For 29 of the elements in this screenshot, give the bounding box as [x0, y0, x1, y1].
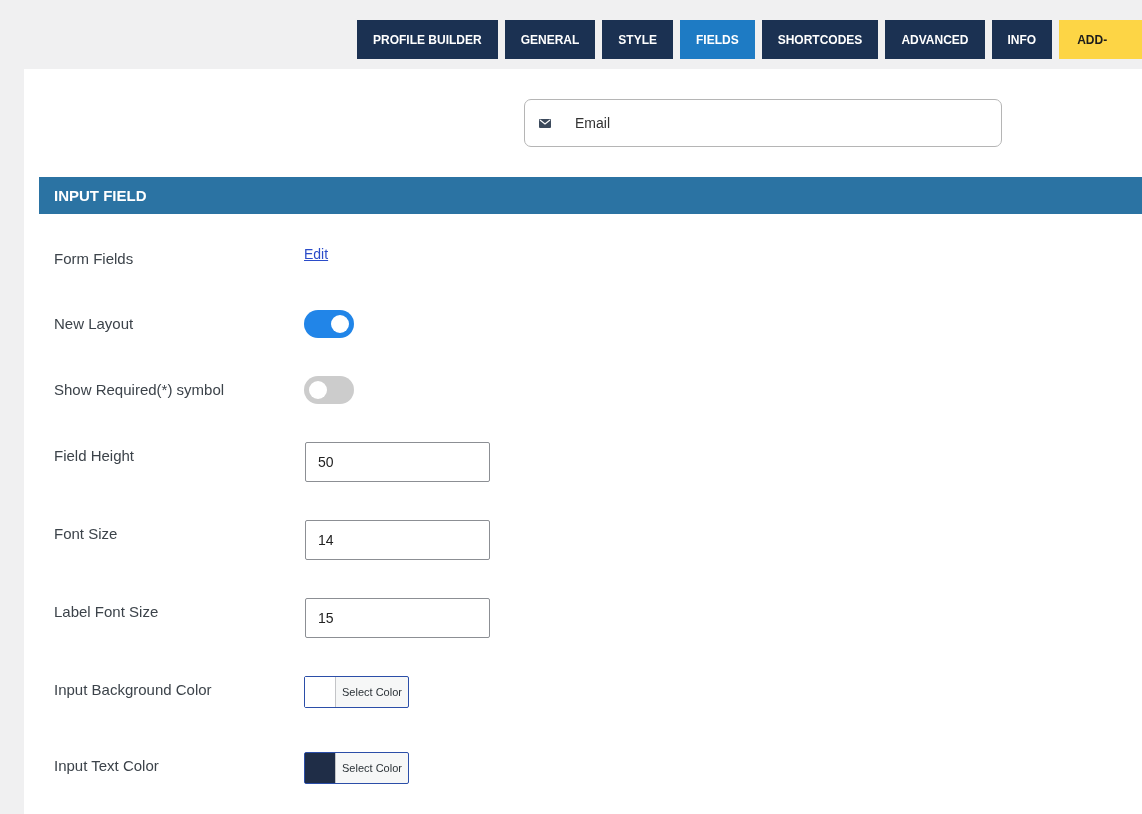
nav-tab[interactable]: ADVANCED [885, 20, 985, 59]
nav-tab[interactable]: STYLE [602, 20, 673, 59]
number-field[interactable]: 50 [305, 442, 490, 482]
section-header: INPUT FIELD [39, 177, 1142, 214]
setting-label: Label Font Size [54, 602, 160, 620]
field-text: Email [575, 115, 610, 131]
nav-tab[interactable]: INFO [991, 20, 1053, 59]
number-field[interactable]: 14 [305, 520, 490, 560]
nav-tab[interactable]: GENERAL [504, 20, 596, 59]
toggle-switch[interactable] [304, 310, 354, 338]
toggle-switch[interactable] [304, 376, 354, 404]
setting-label: Form Fields [54, 249, 135, 267]
nav-tab[interactable]: PROFILE BUILDER [357, 20, 498, 59]
setting-label: Input Background Color [54, 680, 213, 698]
color-picker-button[interactable]: Select Color [304, 676, 409, 708]
setting-label: Font Size [54, 524, 119, 542]
setting-label: Input Text Color [54, 756, 160, 774]
nav-tab[interactable]: FIELDS [680, 20, 755, 59]
envelope-icon [539, 118, 551, 128]
color-picker-button[interactable]: Select Color [304, 752, 409, 784]
nav-tab[interactable]: SHORTCODES [761, 20, 879, 59]
select-color-text: Select Color [341, 761, 403, 776]
setting-label: Show Required(*) symbol [54, 380, 226, 398]
select-color-text: Select Color [341, 685, 403, 700]
setting-label: New Layout [54, 314, 135, 332]
nav-tab[interactable]: ADD- [1059, 20, 1142, 59]
edit-link[interactable]: Edit [304, 243, 329, 262]
number-field[interactable]: 15 [305, 598, 490, 638]
setting-label: Field Height [54, 446, 136, 464]
